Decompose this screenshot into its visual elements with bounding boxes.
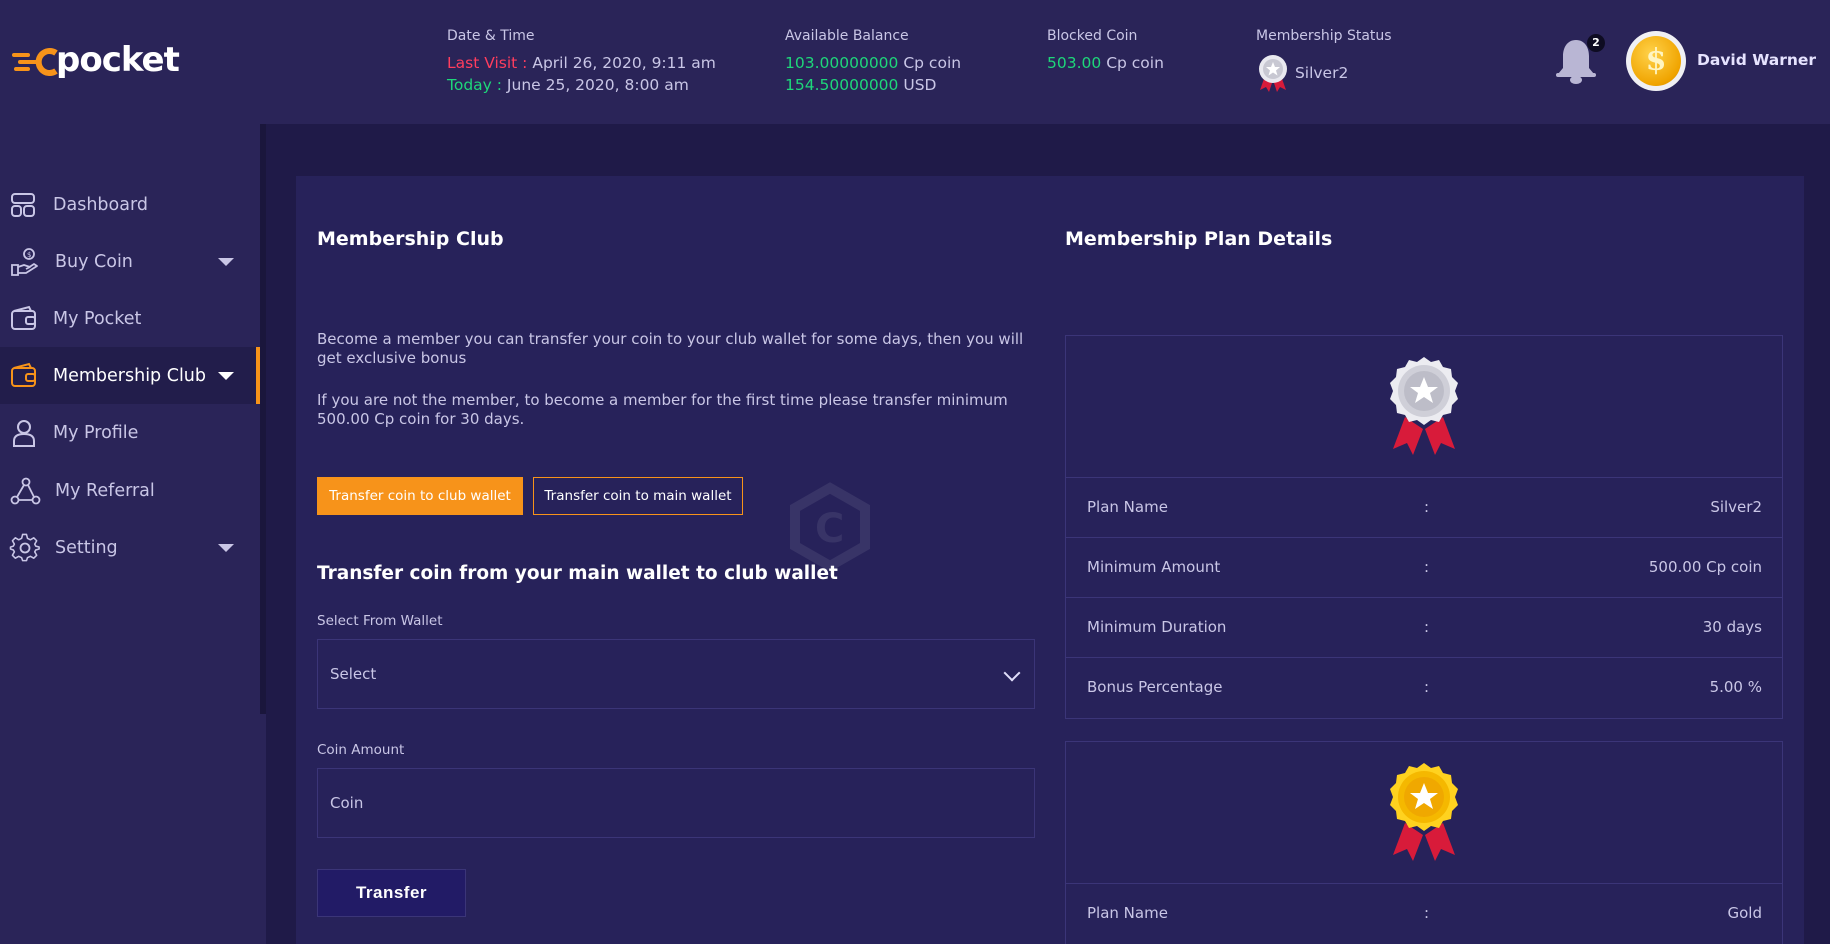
- plan-row-key: Minimum Duration: [1087, 618, 1227, 636]
- app-logo[interactable]: pocket: [12, 40, 180, 80]
- blocked-coin-block: Blocked Coin 503.00 Cp coin: [1047, 28, 1164, 76]
- coin-amount-placeholder: Coin: [330, 794, 364, 812]
- coin-avatar-icon: $: [1631, 36, 1681, 86]
- datetime-block: Date & Time Last Visit : April 26, 2020,…: [447, 28, 716, 98]
- wallet-icon: [11, 305, 36, 330]
- avatar[interactable]: $: [1626, 31, 1686, 91]
- sidebar-item-my-profile[interactable]: My Profile: [0, 404, 260, 461]
- plan-row: Minimum Amount : 500.00 Cp coin: [1066, 538, 1782, 598]
- plan-row-value: 500.00 Cp coin: [1648, 558, 1762, 576]
- chevron-down-icon: [218, 372, 234, 380]
- user-icon: [13, 419, 35, 447]
- plan-row-value: Gold: [1727, 904, 1763, 922]
- coin-amount-label: Coin Amount: [317, 742, 405, 758]
- gear-icon: [9, 533, 40, 561]
- membership-status-value: Silver2: [1294, 64, 1349, 82]
- last-visit-label: Last Visit :: [447, 54, 528, 72]
- plan-row: Plan Name : Gold: [1066, 884, 1782, 944]
- watermark-logo: C: [775, 480, 1055, 574]
- plan-row-value: 5.00 %: [1709, 678, 1762, 696]
- select-wallet-dropdown[interactable]: Select: [317, 639, 1035, 709]
- membership-requirement: If you are not the member, to become a m…: [317, 391, 1008, 428]
- notification-count-badge: 2: [1587, 34, 1605, 52]
- usd-balance-amount: 154.50000000: [785, 76, 899, 94]
- sidebar-item-setting[interactable]: Setting: [0, 519, 260, 576]
- membership-status-block: Membership Status Silver2: [1256, 28, 1392, 98]
- plan-medal-header: [1066, 336, 1782, 478]
- chevron-down-icon: [218, 544, 234, 552]
- transfer-submit-button[interactable]: Transfer: [317, 869, 466, 917]
- coin-amount-input[interactable]: Coin: [317, 768, 1035, 838]
- plan-row-key: Plan Name: [1087, 904, 1168, 922]
- sidebar-item-membership-club[interactable]: Membership Club: [0, 347, 260, 404]
- chevron-down-icon: [218, 258, 234, 266]
- plan-row-colon: :: [1424, 558, 1430, 576]
- plan-row: Plan Name : Silver2: [1066, 478, 1782, 538]
- sidebar-item-buy-coin[interactable]: $ Buy Coin: [0, 233, 260, 290]
- transfer-to-main-button[interactable]: Transfer coin to main wallet: [533, 477, 743, 515]
- network-icon: [10, 477, 41, 504]
- wallet-card-icon: [11, 362, 36, 387]
- membership-status-label: Membership Status: [1256, 28, 1392, 44]
- balance-label: Available Balance: [785, 28, 909, 44]
- today-value: June 25, 2020, 8:00 am: [506, 76, 689, 94]
- top-header: pocket Date & Time Last Visit : April 26…: [0, 0, 1830, 124]
- plan-row-colon: :: [1424, 618, 1430, 636]
- plan-row-colon: :: [1424, 904, 1430, 922]
- plan-details-title: Membership Plan Details: [1065, 228, 1333, 250]
- dashboard-icon: [11, 192, 35, 217]
- sidebar-item-label: Dashboard: [53, 194, 148, 215]
- plan-medal-header: [1066, 742, 1782, 884]
- plan-row-value: Silver2: [1710, 498, 1762, 516]
- notifications-button[interactable]: 2: [1553, 34, 1605, 86]
- cp-balance-amount: 103.00000000: [785, 54, 899, 72]
- plan-row-key: Minimum Amount: [1087, 558, 1221, 576]
- balance-block: Available Balance 103.00000000 Cp coin 1…: [785, 28, 961, 98]
- sidebar-item-label: My Referral: [55, 480, 155, 501]
- select-wallet-label: Select From Wallet: [317, 613, 443, 629]
- plan-row-key: Bonus Percentage: [1087, 678, 1223, 696]
- plan-row-value: 30 days: [1702, 618, 1762, 636]
- sidebar-item-label: Membership Club: [53, 365, 207, 386]
- cp-balance-unit: Cp coin: [903, 54, 962, 72]
- last-visit-value: April 26, 2020, 9:11 am: [532, 54, 716, 72]
- datetime-label: Date & Time: [447, 28, 535, 44]
- svg-text:C: C: [815, 506, 844, 552]
- blocked-coin-label: Blocked Coin: [1047, 28, 1138, 44]
- blocked-coin-unit: Cp coin: [1106, 54, 1164, 72]
- sidebar-item-label: My Profile: [53, 422, 139, 443]
- usd-balance-unit: USD: [903, 76, 937, 94]
- select-wallet-value: Select: [330, 665, 377, 683]
- svg-text:$: $: [27, 251, 31, 259]
- sidebar-item-label: Setting: [55, 537, 118, 558]
- logo-speed-lines-icon: [12, 45, 58, 76]
- user-name[interactable]: David Warner: [1697, 51, 1816, 69]
- plan-row-colon: :: [1424, 498, 1430, 516]
- plan-row-key: Plan Name: [1087, 498, 1168, 516]
- transfer-form-title: Transfer coin from your main wallet to c…: [317, 563, 838, 584]
- plan-row: Bonus Percentage : 5.00 %: [1066, 658, 1782, 718]
- silver-medal-icon: [1259, 55, 1287, 92]
- sidebar-item-label: My Pocket: [53, 308, 142, 329]
- sidebar-item-my-referral[interactable]: My Referral: [0, 462, 260, 519]
- sidebar-item-my-pocket[interactable]: My Pocket: [0, 290, 260, 347]
- plan-row: Minimum Duration : 30 days: [1066, 598, 1782, 658]
- page-title: Membership Club: [317, 228, 504, 250]
- today-label: Today :: [447, 76, 502, 94]
- sidebar-item-dashboard[interactable]: Dashboard: [0, 176, 260, 233]
- membership-description: Become a member you can transfer your co…: [317, 330, 1024, 367]
- hand-coin-icon: $: [11, 247, 38, 276]
- transfer-to-club-button[interactable]: Transfer coin to club wallet: [317, 477, 523, 515]
- logo-text: pocket: [56, 40, 180, 80]
- sidebar-item-label: Buy Coin: [55, 251, 133, 272]
- gold-medal-icon: [1390, 762, 1458, 861]
- plan-table-gold: Plan Name : Gold: [1065, 741, 1783, 944]
- silver-medal-icon: [1390, 356, 1458, 455]
- chevron-down-icon: [1003, 664, 1021, 682]
- plan-row-colon: :: [1424, 678, 1430, 696]
- blocked-coin-amount: 503.00: [1047, 54, 1102, 72]
- plan-table-silver: Plan Name : Silver2 Minimum Amount : 500…: [1065, 335, 1783, 719]
